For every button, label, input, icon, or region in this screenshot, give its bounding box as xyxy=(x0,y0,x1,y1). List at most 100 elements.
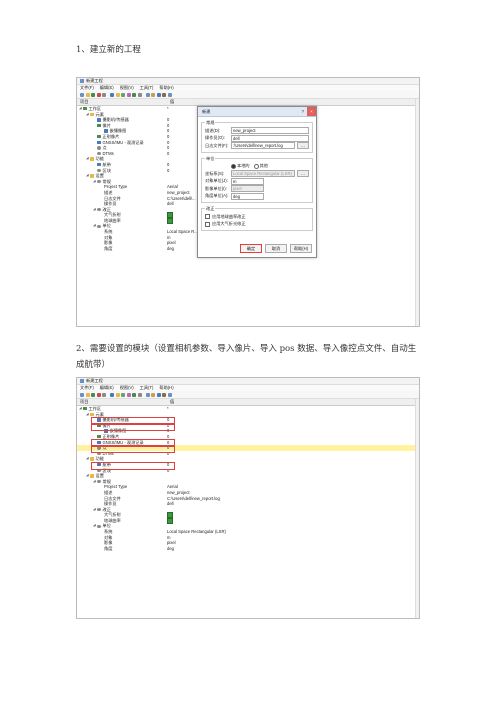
toolbar-button-icon[interactable] xyxy=(162,392,166,397)
toolbar-button-icon[interactable] xyxy=(102,92,106,97)
toolbar-button-icon[interactable] xyxy=(162,92,166,97)
toolbar-button-icon[interactable] xyxy=(151,92,155,97)
cam-icon xyxy=(97,118,101,122)
coord-field[interactable]: Local Space Rectangular (LSR) xyxy=(231,170,295,178)
toolbar-button-icon[interactable] xyxy=(121,392,125,397)
close-icon[interactable] xyxy=(413,379,419,384)
operator-field[interactable]: dell xyxy=(231,134,309,142)
dialog-buttons: 确定 取消 帮助(H) xyxy=(237,244,312,253)
gear-icon xyxy=(97,479,101,484)
dialog-close-icon[interactable]: × xyxy=(307,107,316,116)
ok-button[interactable]: 确定 xyxy=(240,244,262,253)
maximize-icon[interactable] xyxy=(406,379,412,384)
menu-tools[interactable]: 工具(T) xyxy=(140,385,154,391)
dialog-title-bar: 新建 ? × xyxy=(198,107,316,117)
gear-icon xyxy=(97,524,101,528)
toolbar-button-icon[interactable] xyxy=(137,392,142,397)
angle-unit-select[interactable]: deg xyxy=(231,192,264,200)
tree-label: 角度 xyxy=(104,245,113,251)
help-button[interactable]: 帮助(H) xyxy=(290,244,312,253)
toolbar-button-icon[interactable] xyxy=(156,92,161,97)
radio-local[interactable] xyxy=(231,163,236,169)
window-title: 新建工程 xyxy=(86,78,103,84)
menu-help[interactable]: 帮助(H) xyxy=(159,385,173,391)
property-grid-2: 项目 值 ◢ 工作区 * ◢ 元素 摄影机/传感器 0 像片 0 嵌镶像图 0 正射像片 0 GNSS/I… xyxy=(77,399,419,551)
menu-edit[interactable]: 编辑(E) xyxy=(100,85,114,91)
refraction-checkbox[interactable] xyxy=(205,221,210,227)
close-icon[interactable] xyxy=(413,79,419,84)
scrollbar[interactable] xyxy=(415,399,419,618)
maximize-icon[interactable] xyxy=(406,79,412,84)
node-icon xyxy=(83,107,87,111)
radio-other[interactable] xyxy=(253,163,259,169)
scrollbar[interactable] xyxy=(415,99,419,326)
title-bar: 新建工程 xyxy=(77,78,419,85)
units-caption: 单位 xyxy=(205,155,216,162)
toolbar-button-icon[interactable] xyxy=(126,392,131,397)
toolbar-button-icon[interactable] xyxy=(91,92,95,97)
menu-tools[interactable]: 工具(T) xyxy=(140,85,154,91)
cam-icon xyxy=(97,163,101,167)
menu-file[interactable]: 文件(F) xyxy=(80,385,94,391)
node-icon xyxy=(83,407,87,411)
toolbar-button-icon[interactable] xyxy=(156,392,161,397)
toolbar-button-icon[interactable] xyxy=(132,92,136,97)
img-unit-select[interactable]: pixel xyxy=(231,185,264,193)
gear-icon xyxy=(97,507,101,512)
toolbar-button-icon[interactable] xyxy=(110,392,114,397)
toolbar-button-icon[interactable] xyxy=(102,392,106,397)
menu-file[interactable]: 文件(F) xyxy=(80,85,94,91)
name-field[interactable]: new_project xyxy=(231,127,309,135)
tree-value: deg xyxy=(167,545,174,551)
window-title: 新建工程 xyxy=(86,378,103,384)
toolbar-button-icon[interactable] xyxy=(132,392,136,397)
toolbar-button-icon[interactable] xyxy=(151,392,155,397)
toolbar-button-icon[interactable] xyxy=(121,92,125,97)
coord-browse-button[interactable]: ... xyxy=(297,170,309,178)
toolbar-button-icon[interactable] xyxy=(96,92,101,97)
log-field[interactable]: :\Users\dell\new_report.log xyxy=(231,142,295,150)
col-item-header: 项目 xyxy=(80,399,89,404)
menu-view[interactable]: 视图(V) xyxy=(120,85,134,91)
toolbar-button-icon[interactable] xyxy=(167,392,172,397)
curvature-checkbox[interactable] xyxy=(205,214,210,220)
toolbar-button-icon[interactable] xyxy=(126,92,131,97)
gear-icon xyxy=(97,179,101,184)
minimize-icon[interactable] xyxy=(399,79,405,84)
menu-edit[interactable]: 编辑(E) xyxy=(100,385,114,391)
toolbar-button-icon[interactable] xyxy=(85,392,90,397)
folder-icon xyxy=(90,157,94,161)
toolbar-button-icon[interactable] xyxy=(85,92,90,97)
gear-icon xyxy=(97,224,101,228)
step1-heading: 1、建立新的工程 xyxy=(76,45,141,55)
toolbar-button-icon[interactable] xyxy=(137,92,142,97)
help-icon[interactable]: ? xyxy=(302,109,304,115)
toolbar-button-icon[interactable] xyxy=(80,92,84,97)
toolbar-button-icon[interactable] xyxy=(80,392,84,397)
tree-row[interactable]: 角度 deg xyxy=(77,546,419,552)
tree-label: 角度 xyxy=(104,545,113,551)
menu-help[interactable]: 帮助(H) xyxy=(159,85,173,91)
highlight-box xyxy=(91,445,175,453)
menu-view[interactable]: 视图(V) xyxy=(120,385,134,391)
toolbar-1 xyxy=(77,91,419,99)
toolbar-button-icon[interactable] xyxy=(145,392,150,397)
toolbar-button-icon[interactable] xyxy=(91,392,95,397)
general-caption: 常规 xyxy=(205,120,216,126)
browse-button[interactable]: ... xyxy=(297,142,309,150)
obj-unit-select[interactable]: m xyxy=(231,177,264,185)
highlight-box xyxy=(91,423,175,431)
name-label: 描述(D): xyxy=(205,127,221,133)
toolbar-button-icon[interactable] xyxy=(96,392,101,397)
gear-icon xyxy=(97,151,101,156)
toolbar-button-icon[interactable] xyxy=(145,92,150,97)
cam-icon xyxy=(104,129,108,133)
toolbar-2 xyxy=(77,391,419,399)
cancel-button[interactable]: 取消 xyxy=(265,244,287,253)
toolbar-button-icon[interactable] xyxy=(115,392,120,397)
toolbar-button-icon[interactable] xyxy=(115,92,120,97)
toolbar-button-icon[interactable] xyxy=(110,92,114,97)
minimize-icon[interactable] xyxy=(399,379,405,384)
folder-icon xyxy=(90,174,94,178)
toolbar-button-icon[interactable] xyxy=(167,92,172,97)
